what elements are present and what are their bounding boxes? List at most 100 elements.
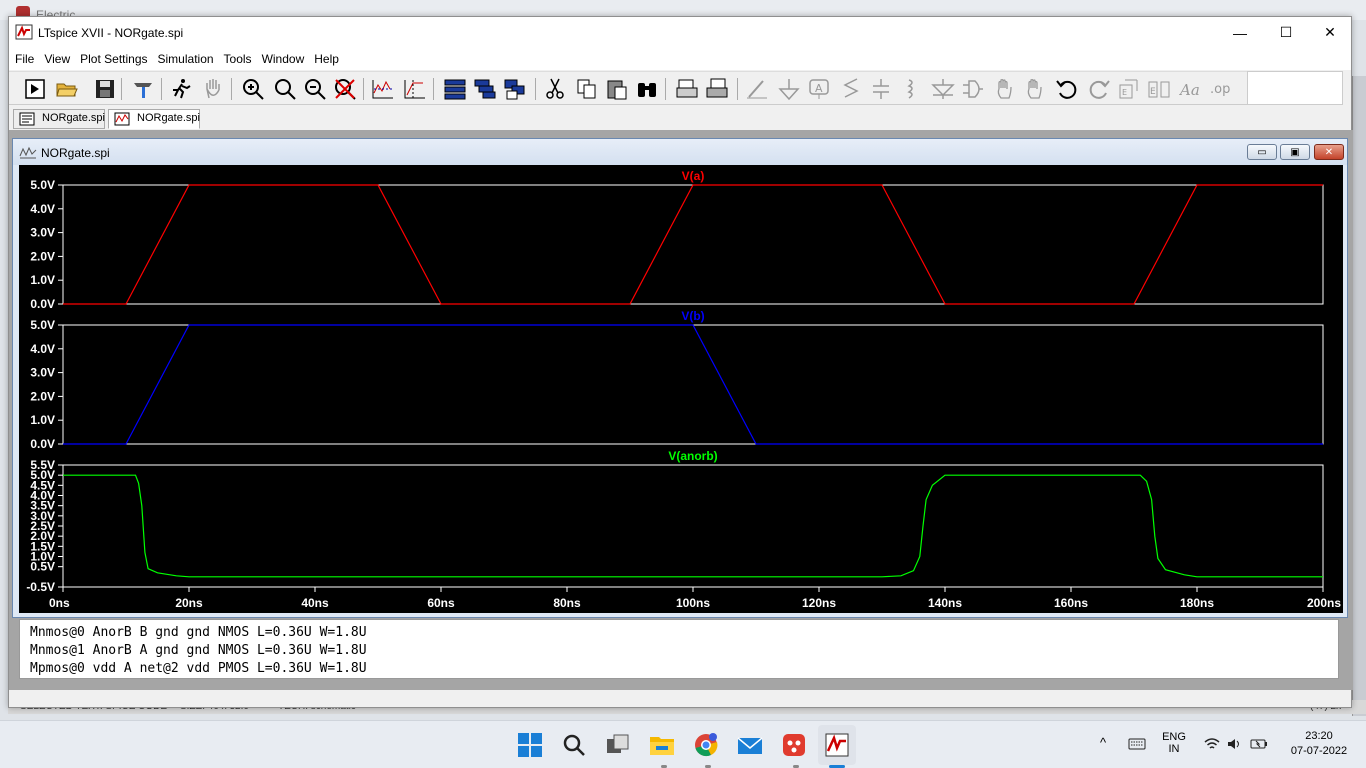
window-title: LTspice XVII - NORgate.spi [38, 26, 184, 40]
mark-icon[interactable] [403, 77, 427, 101]
plot-window-title-bar[interactable]: NORgate.spi ▭ ▣ ✕ [13, 139, 1347, 165]
x-tick-label: 60ns [427, 596, 455, 610]
y-tick-label: 2.0V [30, 389, 55, 403]
schematic-icon[interactable] [23, 77, 47, 101]
menu-plot-settings[interactable]: Plot Settings [80, 52, 147, 66]
cut-icon[interactable] [543, 77, 567, 101]
y-tick-label: 4.0V [30, 342, 55, 356]
x-tick-label: 80ns [553, 596, 581, 610]
menu-tools[interactable]: Tools [224, 52, 252, 66]
plot-close-button[interactable]: ✕ [1314, 144, 1344, 160]
open-icon[interactable] [55, 77, 79, 101]
language-indicator[interactable]: ENG IN [1160, 731, 1188, 755]
paste-icon[interactable] [605, 77, 629, 101]
waveform-icon [19, 146, 37, 159]
mail-icon[interactable] [736, 731, 764, 759]
spice-directive-icon[interactable]: .op [1209, 77, 1233, 101]
chrome-icon[interactable] [692, 731, 720, 759]
zoom-out-icon[interactable] [303, 77, 327, 101]
y-tick-label: 1.0V [30, 273, 55, 287]
y-tick-label: 0.0V [30, 437, 55, 451]
windows-start-icon[interactable] [516, 731, 544, 759]
tab-label: NORgate.spi [137, 112, 200, 124]
find-icon[interactable] [635, 77, 659, 101]
label-icon[interactable]: A [807, 77, 831, 101]
tile-horizontal-icon[interactable] [443, 77, 467, 101]
pane-frame [62, 184, 1324, 305]
resistor-icon[interactable] [839, 77, 863, 101]
rotate-icon[interactable]: E [1117, 77, 1141, 101]
y-tick-label: 3.0V [30, 226, 55, 240]
language-code: ENG [1162, 731, 1186, 743]
zoom-fit-icon[interactable] [273, 77, 297, 101]
search-icon[interactable] [560, 731, 588, 759]
x-tick-label: 100ns [676, 596, 710, 610]
tile-vertical-icon[interactable] [473, 77, 497, 101]
plot-restore-button[interactable]: ▣ [1280, 144, 1310, 160]
region-code: IN [1168, 743, 1180, 755]
menu-simulation[interactable]: Simulation [158, 52, 214, 66]
menu-view[interactable]: View [44, 52, 70, 66]
save-icon[interactable] [93, 77, 117, 101]
x-tick-label: 0ns [49, 596, 70, 610]
wifi-icon[interactable] [1204, 737, 1220, 751]
halt-icon[interactable] [201, 77, 225, 101]
keyboard-icon[interactable] [1128, 737, 1146, 751]
clock[interactable]: 23:20 07-07-2022 [1284, 730, 1354, 757]
volume-icon[interactable] [1226, 737, 1242, 751]
minimize-button[interactable]: — [1217, 17, 1263, 48]
pane-frame [62, 464, 1324, 588]
plot-window: NORgate.spi ▭ ▣ ✕ 0.0V 1.0V 2.0V 3.0V 4.0V 5.… [12, 138, 1348, 618]
move-icon[interactable] [993, 77, 1017, 101]
menu-help[interactable]: Help [314, 52, 339, 66]
battery-icon[interactable] [1250, 737, 1268, 751]
maximize-button[interactable]: ☐ [1263, 17, 1309, 48]
tray-chevron-icon[interactable]: ^ [1100, 735, 1106, 750]
trace-label: V(anorb) [668, 449, 717, 463]
ground-icon[interactable] [777, 77, 801, 101]
zoom-cancel-icon[interactable] [333, 77, 357, 101]
netlist-text-panel[interactable]: Mnmos@0 AnorB B gnd gnd NMOS L=0.36U W=1… [19, 619, 1339, 679]
zoom-in-icon[interactable] [241, 77, 265, 101]
cascade-icon[interactable] [503, 77, 527, 101]
drag-icon[interactable] [1023, 77, 1047, 101]
wire-icon[interactable] [745, 77, 769, 101]
waveform-chart[interactable]: 0.0V 1.0V 2.0V 3.0V 4.0V 5.0V V(a) 0.0V 1.0V 2.0V… [19, 165, 1343, 613]
clock-date: 07-07-2022 [1290, 745, 1348, 757]
tab-schematic[interactable]: NORgate.spi [13, 109, 105, 129]
svg-text:.op: .op [1210, 82, 1230, 97]
component-icon[interactable] [961, 77, 985, 101]
mirror-icon[interactable]: E [1147, 77, 1171, 101]
menu-window[interactable]: Window [262, 52, 305, 66]
print-icon[interactable] [705, 77, 729, 101]
print-preview-icon[interactable] [675, 77, 699, 101]
netlist-line: Mnmos@0 AnorB B gnd gnd NMOS L=0.36U W=1… [30, 625, 367, 640]
electric-app-icon[interactable] [780, 731, 808, 759]
close-button[interactable]: ✕ [1307, 17, 1353, 48]
redo-icon[interactable] [1087, 77, 1111, 101]
tab-label: NORgate.spi [42, 112, 105, 124]
menu-file[interactable]: File [15, 52, 34, 66]
svg-text:A: A [815, 82, 823, 95]
y-tick-label: 3.0V [30, 366, 55, 380]
ltspice-app-icon[interactable] [823, 731, 851, 759]
tab-waveform[interactable]: NORgate.spi [108, 109, 200, 129]
trace-label: V(a) [682, 169, 705, 183]
title-bar[interactable]: LTspice XVII - NORgate.spi — ☐ ✕ [9, 17, 1351, 48]
file-explorer-icon[interactable] [648, 731, 676, 759]
autorange-icon[interactable] [371, 77, 395, 101]
capacitor-icon[interactable] [869, 77, 893, 101]
control-panel-icon[interactable] [131, 77, 155, 101]
plot-minimize-button[interactable]: ▭ [1247, 144, 1277, 160]
diode-icon[interactable] [931, 77, 955, 101]
copy-icon[interactable] [575, 77, 599, 101]
undo-icon[interactable] [1055, 77, 1079, 101]
task-view-icon[interactable] [604, 731, 632, 759]
svg-text:E: E [1150, 87, 1156, 97]
waveform-plot-area[interactable]: 0.0V 1.0V 2.0V 3.0V 4.0V 5.0V V(a) 0.0V 1.0V 2.0V… [19, 165, 1343, 613]
trace-vanorb [63, 474, 1323, 578]
text-icon[interactable]: Aa [1179, 77, 1203, 101]
inductor-icon[interactable] [899, 77, 923, 101]
netlist-line: Mpmos@0 vdd A net@2 vdd PMOS L=0.36U W=1… [30, 661, 367, 676]
run-icon[interactable] [169, 77, 193, 101]
